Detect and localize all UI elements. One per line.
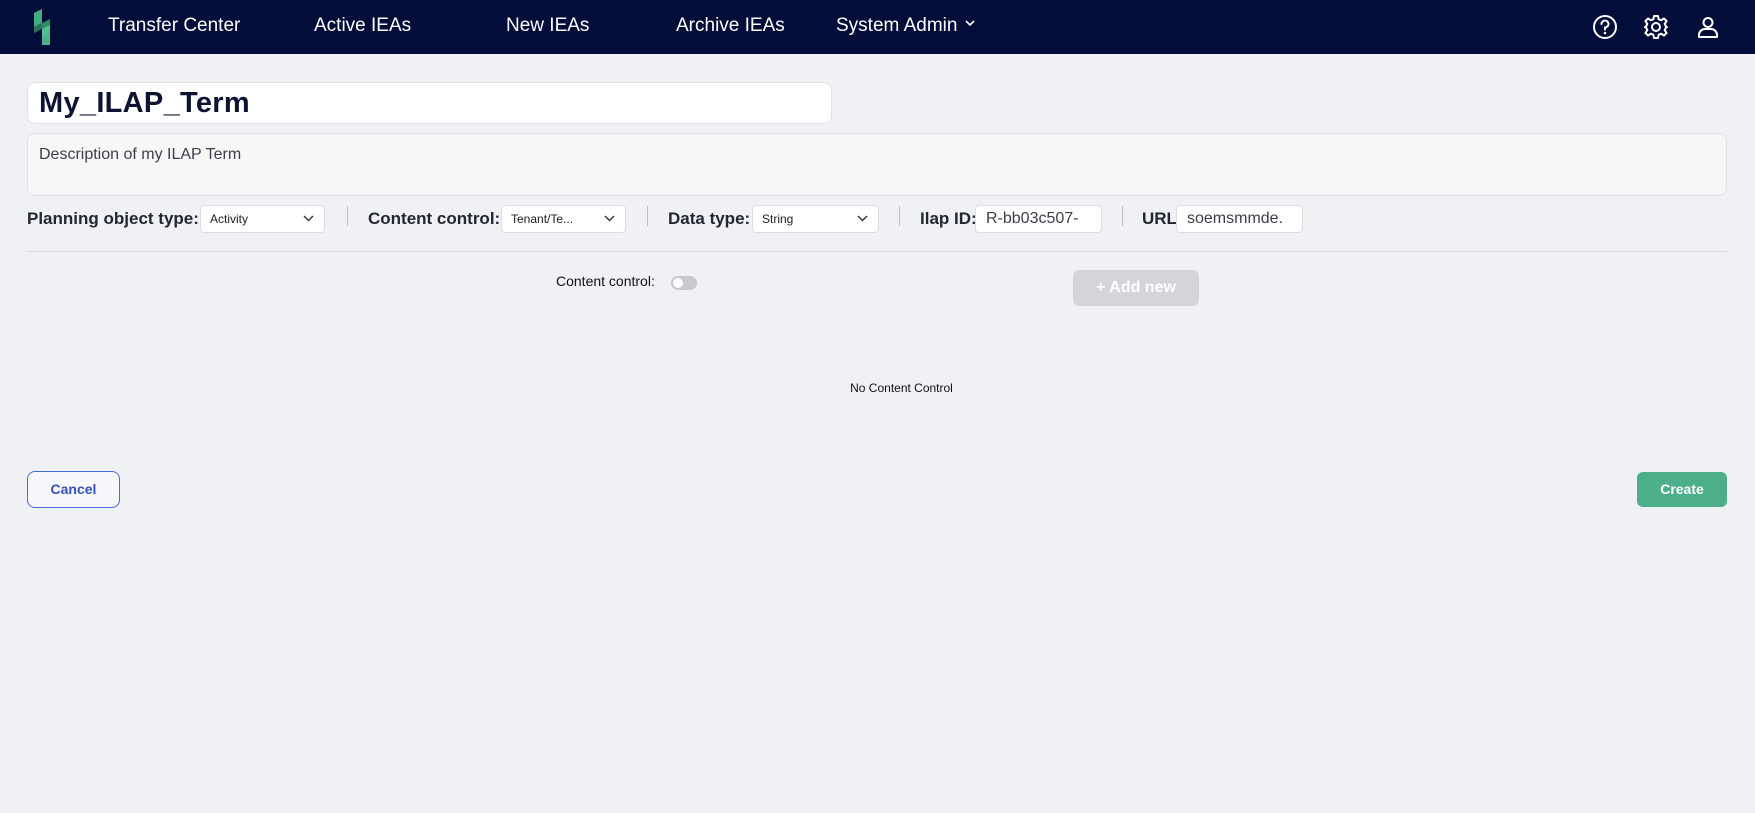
ilap-id-label: Ilap ID: bbox=[920, 209, 977, 228]
top-navigation-bar: Transfer Center Active IEAs New IEAs Arc… bbox=[0, 0, 1755, 54]
nav-new-ieas[interactable]: New IEAs bbox=[506, 0, 589, 54]
nav-system-admin[interactable]: System Admin bbox=[836, 0, 976, 54]
field-separator bbox=[899, 206, 900, 226]
term-description-field[interactable]: Description of my ILAP Term bbox=[27, 133, 1727, 196]
field-separator bbox=[647, 206, 648, 226]
planning-object-type-label: Planning object type: bbox=[27, 209, 199, 228]
nav-archive-ieas[interactable]: Archive IEAs bbox=[676, 0, 785, 54]
nav-system-admin-label: System Admin bbox=[836, 15, 958, 36]
term-name-text: My_ILAP_Term bbox=[39, 87, 250, 119]
chevron-down-icon bbox=[965, 20, 976, 27]
chevron-down-icon bbox=[857, 215, 868, 222]
cancel-button[interactable]: Cancel bbox=[27, 471, 120, 508]
toggle-knob bbox=[673, 278, 683, 288]
help-icon[interactable] bbox=[1592, 14, 1618, 40]
chevron-down-icon bbox=[604, 215, 615, 222]
content-control-select[interactable]: Tenant/Te... bbox=[501, 205, 626, 233]
chevron-down-icon bbox=[303, 215, 314, 222]
section-divider bbox=[27, 251, 1727, 252]
url-field[interactable]: soemsmmde. bbox=[1176, 205, 1303, 233]
planning-object-type-value: Activity bbox=[210, 212, 249, 226]
content-control-label: Content control: bbox=[368, 209, 501, 228]
ilap-id-field[interactable]: R-bb03c507- bbox=[975, 205, 1102, 233]
gear-icon[interactable] bbox=[1643, 14, 1669, 40]
add-new-button[interactable]: + Add new bbox=[1073, 270, 1199, 306]
no-content-control-message: No Content Control bbox=[850, 381, 953, 395]
planning-object-type-select[interactable]: Activity bbox=[200, 205, 325, 233]
ilap-id-value: R-bb03c507- bbox=[986, 210, 1079, 227]
content-control-toggle-label: Content control: bbox=[556, 273, 655, 289]
logo-icon[interactable] bbox=[30, 9, 56, 45]
user-icon[interactable] bbox=[1695, 14, 1721, 40]
term-name-field[interactable]: My_ILAP_Term bbox=[27, 82, 832, 124]
field-separator bbox=[1122, 206, 1123, 226]
empty-state-container: No Content Control bbox=[0, 381, 1755, 395]
content-control-value: Tenant/Te... bbox=[511, 212, 574, 226]
field-separator bbox=[347, 206, 348, 226]
create-button[interactable]: Create bbox=[1637, 472, 1727, 507]
data-type-value: String bbox=[762, 212, 794, 226]
content-control-toggle[interactable] bbox=[671, 276, 697, 290]
data-type-select[interactable]: String bbox=[752, 205, 879, 233]
nav-transfer-center[interactable]: Transfer Center bbox=[108, 0, 240, 54]
term-description-text: Description of my ILAP Term bbox=[39, 146, 242, 163]
url-value: soemsmmde. bbox=[1187, 210, 1284, 227]
nav-active-ieas[interactable]: Active IEAs bbox=[314, 0, 411, 54]
data-type-label: Data type: bbox=[668, 209, 751, 228]
